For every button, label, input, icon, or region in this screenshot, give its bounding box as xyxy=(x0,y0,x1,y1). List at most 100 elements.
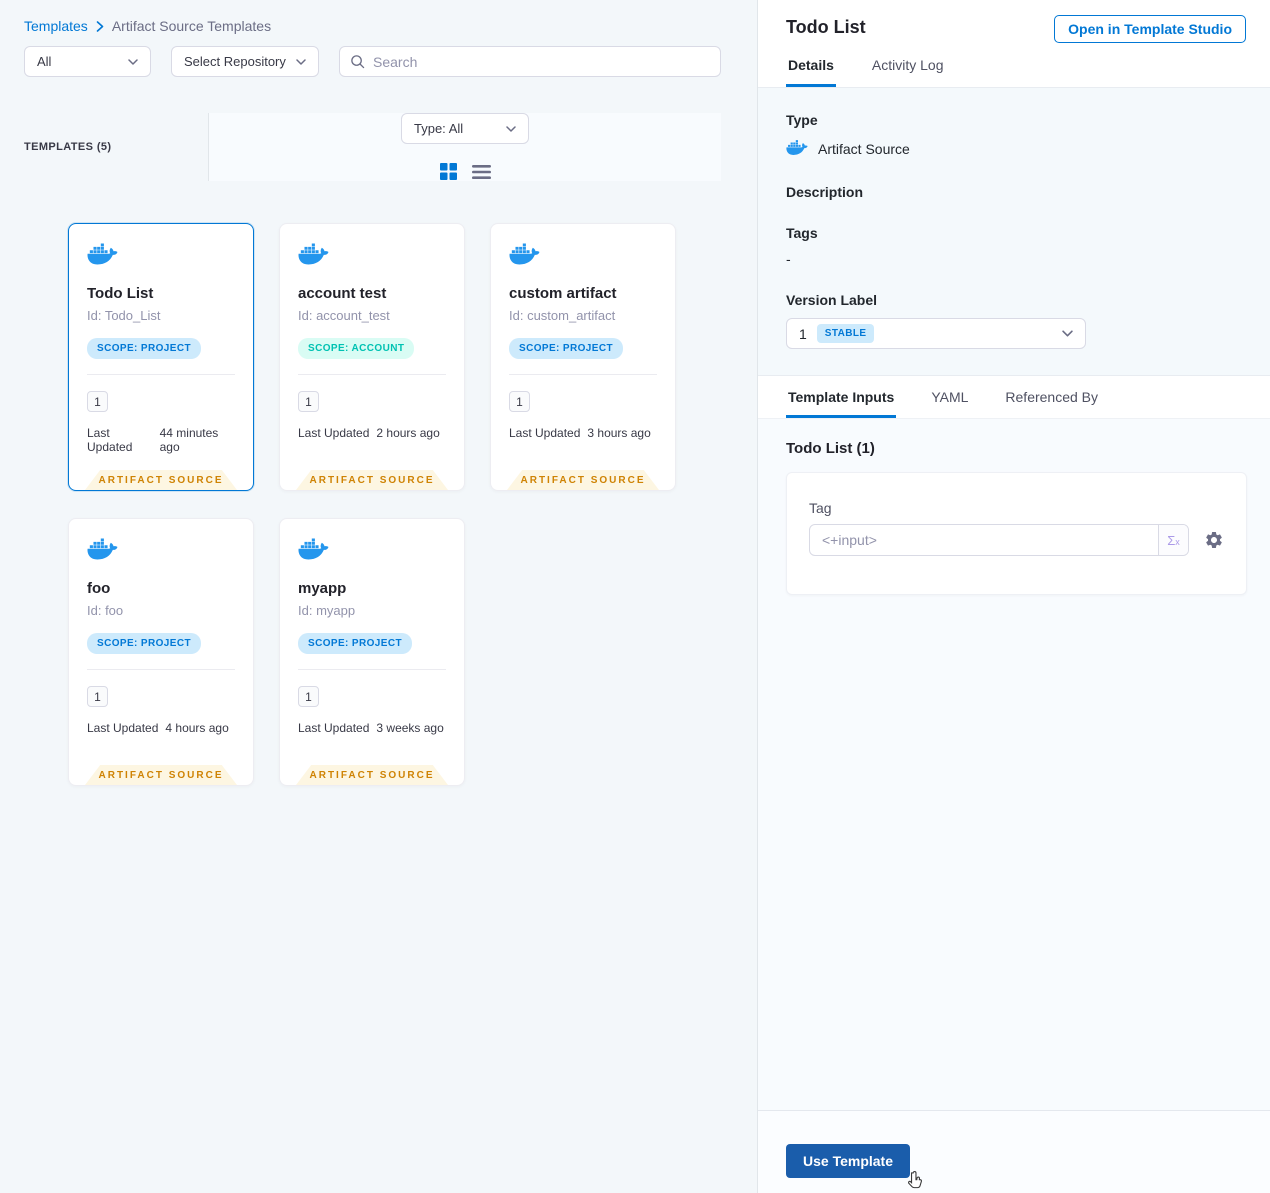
docker-icon xyxy=(87,243,118,270)
card-divider xyxy=(87,669,235,670)
artifact-source-banner: ARTIFACT SOURCE xyxy=(85,470,237,490)
template-card[interactable]: myapp Id: myapp SCOPE: PROJECT 1 Last Up… xyxy=(279,518,465,786)
docker-icon xyxy=(786,139,808,159)
template-title: Todo List xyxy=(87,285,154,302)
last-updated: Last Updated 44 minutes ago xyxy=(87,426,235,454)
search-icon xyxy=(351,55,365,69)
version-label: Version Label xyxy=(786,292,878,308)
tab-referenced-by[interactable]: Referenced By xyxy=(1003,376,1100,418)
inputs-card: Tag Σx xyxy=(786,472,1247,595)
chevron-down-icon xyxy=(506,125,516,132)
inputs-heading: Todo List (1) xyxy=(786,440,875,457)
type-filter-dropdown[interactable]: Type: All xyxy=(401,113,529,144)
chevron-down-icon xyxy=(296,58,306,65)
repository-filter-dropdown[interactable]: Select Repository xyxy=(171,46,319,77)
card-divider xyxy=(298,374,446,375)
card-divider xyxy=(87,374,235,375)
tag-label: Tag xyxy=(809,500,832,516)
last-updated-label: Last Updated xyxy=(87,721,159,735)
input-settings-gear-icon[interactable] xyxy=(1204,530,1224,550)
last-updated: Last Updated 3 weeks ago xyxy=(298,721,446,735)
template-card[interactable]: Todo List Id: Todo_List SCOPE: PROJECT 1… xyxy=(68,223,254,491)
artifact-source-banner: ARTIFACT SOURCE xyxy=(296,765,448,785)
version-box: 1 xyxy=(87,391,108,412)
template-card[interactable]: custom artifact Id: custom_artifact SCOP… xyxy=(490,223,676,491)
last-updated-label: Last Updated xyxy=(298,721,370,735)
grid-view-icon[interactable] xyxy=(439,162,458,181)
repository-filter-value: Select Repository xyxy=(184,54,286,69)
last-updated-value: 3 weeks ago xyxy=(376,721,444,735)
scope-filter-dropdown[interactable]: All xyxy=(24,46,151,77)
template-title: custom artifact xyxy=(509,285,617,302)
template-card[interactable]: foo Id: foo SCOPE: PROJECT 1 Last Update… xyxy=(68,518,254,786)
tab-template-inputs[interactable]: Template Inputs xyxy=(786,376,897,418)
template-title: foo xyxy=(87,580,111,597)
tags-value: - xyxy=(786,251,791,267)
scope-filter-value: All xyxy=(37,54,52,69)
template-id: Id: custom_artifact xyxy=(509,308,616,323)
template-id: Id: Todo_List xyxy=(87,308,161,323)
last-updated-value: 3 hours ago xyxy=(587,426,651,440)
filter-bar: All Select Repository xyxy=(24,46,733,77)
panel-subtabs: Template Inputs YAML Referenced By xyxy=(758,375,1270,419)
artifact-source-banner: ARTIFACT SOURCE xyxy=(85,765,237,785)
artifact-source-banner: ARTIFACT SOURCE xyxy=(507,470,659,490)
template-title: myapp xyxy=(298,580,347,597)
list-header: TEMPLATES (5) Type: All xyxy=(24,113,733,181)
scope-badge: SCOPE: PROJECT xyxy=(298,633,412,654)
panel-header: Todo List Open in Template Studio xyxy=(758,0,1270,43)
artifact-source-banner: ARTIFACT SOURCE xyxy=(296,470,448,490)
docker-icon xyxy=(298,243,329,270)
card-divider xyxy=(509,374,657,375)
details-section: Type Artifact Source Description Tags - … xyxy=(758,88,1270,375)
template-card[interactable]: account test Id: account_test SCOPE: ACC… xyxy=(279,223,465,491)
scope-badge: SCOPE: PROJECT xyxy=(87,633,201,654)
list-view-icon[interactable] xyxy=(472,164,491,180)
tab-details[interactable]: Details xyxy=(786,43,836,87)
template-id: Id: foo xyxy=(87,603,124,618)
search-input[interactable] xyxy=(373,53,710,70)
type-label: Type xyxy=(786,112,818,128)
tag-input[interactable] xyxy=(810,525,1158,555)
template-details-panel: Todo List Open in Template Studio Detail… xyxy=(757,0,1270,1193)
template-title: account test xyxy=(298,285,387,302)
last-updated-label: Last Updated xyxy=(87,426,133,454)
docker-icon xyxy=(298,538,329,565)
last-updated: Last Updated 3 hours ago xyxy=(509,426,657,440)
templates-count: TEMPLATES (5) xyxy=(24,141,112,153)
type-value: Artifact Source xyxy=(818,141,910,157)
breadcrumb-current: Artifact Source Templates xyxy=(111,18,272,34)
last-updated: Last Updated 2 hours ago xyxy=(298,426,446,440)
sigma-sub: x xyxy=(1175,537,1180,547)
last-updated-value: 44 minutes ago xyxy=(159,426,219,454)
breadcrumb-templates-link[interactable]: Templates xyxy=(24,18,88,34)
docker-icon xyxy=(87,538,118,565)
tags-label: Tags xyxy=(786,225,818,241)
version-box: 1 xyxy=(87,686,108,707)
panel-tabs: Details Activity Log xyxy=(758,43,1270,88)
last-updated-label: Last Updated xyxy=(509,426,581,440)
panel-title: Todo List xyxy=(786,17,866,37)
panel-footer: Use Template xyxy=(758,1110,1270,1193)
template-id: Id: account_test xyxy=(298,308,390,323)
last-updated-label: Last Updated xyxy=(298,426,370,440)
breadcrumb: Templates Artifact Source Templates xyxy=(24,18,733,34)
open-in-template-studio-button[interactable]: Open in Template Studio xyxy=(1054,15,1246,43)
chevron-down-icon xyxy=(128,58,138,65)
type-filter-value: Type: All xyxy=(414,121,464,136)
scope-badge: SCOPE: ACCOUNT xyxy=(298,338,415,359)
tab-activity-log[interactable]: Activity Log xyxy=(870,43,946,87)
last-updated: Last Updated 4 hours ago xyxy=(87,721,235,735)
template-id: Id: myapp xyxy=(298,603,356,618)
view-toggle xyxy=(439,162,491,181)
expression-sigma-button[interactable]: Σx xyxy=(1158,525,1188,555)
chevron-down-icon xyxy=(1062,330,1073,337)
scope-badge: SCOPE: PROJECT xyxy=(509,338,623,359)
tab-yaml[interactable]: YAML xyxy=(929,376,970,418)
tag-field: Σx xyxy=(809,524,1189,556)
stable-badge: STABLE xyxy=(816,324,875,343)
use-template-button[interactable]: Use Template xyxy=(786,1144,910,1178)
docker-icon xyxy=(509,243,540,270)
version-value: 1 xyxy=(799,325,807,342)
version-select-dropdown[interactable]: 1 STABLE xyxy=(786,318,1086,349)
